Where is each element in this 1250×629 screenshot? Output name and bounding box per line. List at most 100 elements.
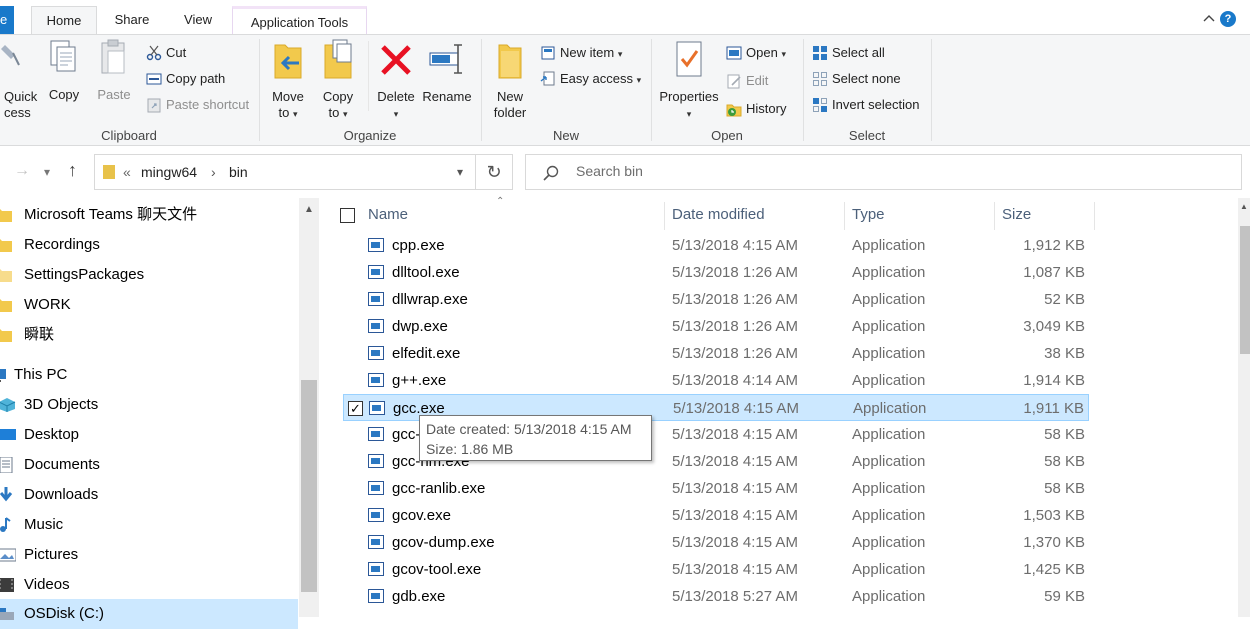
scroll-up-arrow-icon[interactable]: ▲ xyxy=(1240,202,1248,211)
copy-button[interactable]: Copy xyxy=(44,39,84,103)
move-to-icon xyxy=(274,44,302,79)
breadcrumb-separator[interactable]: › xyxy=(211,164,216,180)
address-dropdown-icon[interactable]: ▾ xyxy=(457,165,463,179)
nav-item-osdisk[interactable]: OSDisk (C:) xyxy=(0,599,298,629)
application-icon xyxy=(368,346,384,360)
file-row[interactable]: gcov.exe 5/13/2018 4:15 AM Application 1,50… xyxy=(343,502,1089,529)
file-row[interactable]: dllwrap.exe 5/13/2018 1:26 AM Application 5… xyxy=(343,286,1089,313)
pin-quick-access-button[interactable]: Quick cess xyxy=(0,39,40,121)
breadcrumb-bin[interactable]: bin xyxy=(229,164,248,180)
new-group-label: New xyxy=(552,128,579,143)
tab-file[interactable]: e xyxy=(0,6,14,34)
nav-item-videos[interactable]: Videos xyxy=(0,570,298,600)
file-list-scrollbar[interactable]: ▲ xyxy=(1238,198,1250,617)
tab-view[interactable]: View xyxy=(172,6,224,34)
nav-item-desktop[interactable]: Desktop xyxy=(0,420,298,450)
column-divider[interactable] xyxy=(844,202,845,230)
navigation-pane-scrollbar[interactable]: ▲ xyxy=(299,198,319,617)
scroll-up-arrow-icon[interactable]: ▲ xyxy=(304,204,314,215)
refresh-button[interactable]: ↻ xyxy=(476,154,513,190)
folder-icon xyxy=(0,239,12,252)
column-header-date-modified[interactable]: Date modified xyxy=(672,198,765,232)
videos-icon xyxy=(0,578,14,592)
application-icon xyxy=(368,292,384,306)
file-row[interactable]: gdb.exe 5/13/2018 5:27 AM Application 59 KB xyxy=(343,583,1089,610)
column-divider[interactable] xyxy=(664,202,665,230)
nav-item-teams-files[interactable]: Microsoft Teams 聊天文件 xyxy=(0,200,298,230)
collapse-ribbon-icon[interactable] xyxy=(1202,12,1216,26)
nav-item-documents[interactable]: Documents xyxy=(0,450,298,480)
search-input[interactable] xyxy=(576,163,1176,179)
application-icon xyxy=(368,427,384,441)
column-divider[interactable] xyxy=(1094,202,1095,230)
column-header-type[interactable]: Type xyxy=(852,198,885,232)
pictures-icon xyxy=(0,548,16,562)
easy-access-icon xyxy=(540,71,555,86)
recent-locations-chevron-icon[interactable]: ▾ xyxy=(44,165,50,179)
drive-icon xyxy=(0,608,14,620)
file-tooltip: Date created: 5/13/2018 4:15 AM Size: 1.… xyxy=(419,415,652,461)
open-icon xyxy=(726,46,742,60)
row-checkbox-checked[interactable]: ✓ xyxy=(348,401,363,416)
nav-item-this-pc[interactable]: This PC xyxy=(0,360,298,390)
new-group: New folder New item ▾ Easy access ▾ New xyxy=(482,35,650,145)
file-row[interactable]: g++.exe 5/13/2018 4:14 AM Application 1,914… xyxy=(343,367,1089,394)
tab-share[interactable]: Share xyxy=(104,6,160,34)
breadcrumb-mingw64[interactable]: mingw64 xyxy=(141,164,197,180)
select-all-checkbox[interactable] xyxy=(340,208,355,223)
edit-icon xyxy=(727,74,741,89)
up-arrow-icon[interactable]: ↑ xyxy=(68,160,77,181)
folder-icon xyxy=(0,299,12,312)
tab-home[interactable]: Home xyxy=(31,6,97,35)
tab-application-tools[interactable]: Application Tools xyxy=(232,6,367,34)
search-box[interactable] xyxy=(525,154,1242,190)
pin-icon xyxy=(1,45,20,66)
new-folder-button[interactable]: New folder xyxy=(488,39,532,121)
file-row[interactable]: elfedit.exe 5/13/2018 1:26 AM Application 3… xyxy=(343,340,1089,367)
file-row[interactable]: gcov-tool.exe 5/13/2018 4:15 AM Applicatio… xyxy=(343,556,1089,583)
folder-icon xyxy=(0,269,12,282)
column-divider[interactable] xyxy=(994,202,995,230)
move-to-button[interactable]: Move to ▾ xyxy=(268,39,308,122)
nav-item-shunlian[interactable]: 瞬联 xyxy=(0,320,298,350)
nav-item-settingspackages[interactable]: SettingsPackages xyxy=(0,260,298,290)
search-icon xyxy=(543,165,559,181)
file-list: ⌃ Name Date modified Type Size cpp.exe 5/… xyxy=(320,196,1238,617)
copy-to-button[interactable]: Copy to ▾ xyxy=(318,39,358,122)
rename-button[interactable]: Rename xyxy=(422,39,472,105)
file-row[interactable]: dwp.exe 5/13/2018 1:26 AM Application 3,049… xyxy=(343,313,1089,340)
select-all-icon xyxy=(813,46,827,60)
column-header-size[interactable]: Size xyxy=(1002,198,1031,232)
clipboard-group-label: Clipboard xyxy=(101,128,157,143)
delete-button[interactable]: Delete ▾ xyxy=(374,39,418,122)
application-icon xyxy=(368,319,384,333)
file-row[interactable]: dlltool.exe 5/13/2018 1:26 AM Application 1… xyxy=(343,259,1089,286)
nav-item-downloads[interactable]: Downloads xyxy=(0,480,298,510)
forward-arrow-icon[interactable]: → xyxy=(14,162,30,180)
paste-icon xyxy=(101,39,125,74)
folder-icon xyxy=(0,209,12,222)
nav-item-recordings[interactable]: Recordings xyxy=(0,230,298,260)
invert-selection-icon xyxy=(813,98,827,112)
nav-item-work[interactable]: WORK xyxy=(0,290,298,320)
breadcrumb-overflow[interactable]: « xyxy=(123,164,131,180)
file-row[interactable]: gcc-ranlib.exe 5/13/2018 4:15 AM Applicati… xyxy=(343,475,1089,502)
downloads-icon xyxy=(0,487,13,502)
scrollbar-thumb[interactable] xyxy=(301,380,317,592)
new-folder-icon xyxy=(498,44,522,79)
properties-icon xyxy=(676,41,702,77)
help-icon[interactable]: ? xyxy=(1220,11,1236,27)
nav-item-pictures[interactable]: Pictures xyxy=(0,540,298,570)
nav-item-music[interactable]: Music xyxy=(0,510,298,540)
file-row[interactable]: cpp.exe 5/13/2018 4:15 AM Application 1,912… xyxy=(343,232,1089,259)
clipboard-group: Quick cess Copy Paste Cut Copy path Paste… xyxy=(0,35,258,145)
file-row[interactable]: gcov-dump.exe 5/13/2018 4:15 AM Applicatio… xyxy=(343,529,1089,556)
nav-item-3d-objects[interactable]: 3D Objects xyxy=(0,390,298,420)
paste-button[interactable]: Paste xyxy=(94,39,134,103)
properties-button[interactable]: Properties ▾ xyxy=(656,39,722,122)
application-icon xyxy=(369,401,385,415)
ribbon: Quick cess Copy Paste Cut Copy path Paste… xyxy=(0,34,1250,146)
scrollbar-thumb[interactable] xyxy=(1240,226,1250,354)
address-bar[interactable]: « mingw64 › bin ▾ xyxy=(94,154,476,190)
column-header-name[interactable]: Name xyxy=(368,198,408,232)
